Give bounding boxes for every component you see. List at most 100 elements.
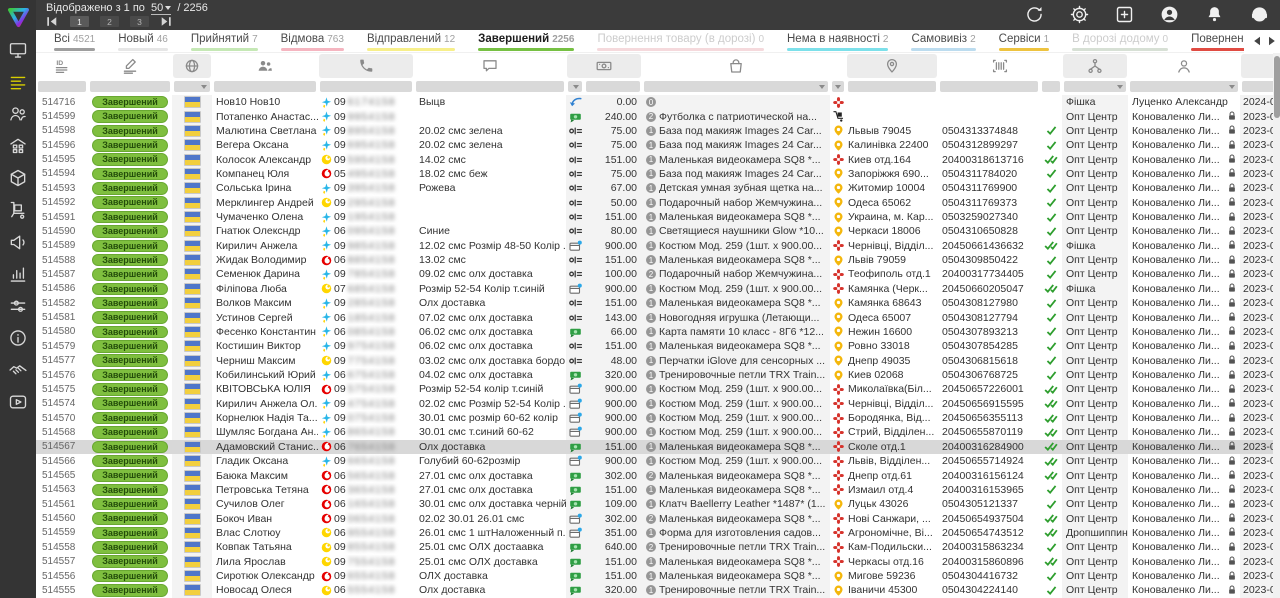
table-row[interactable]: 514559ЗавершенийВлас Слотюу06955415826.0… xyxy=(36,526,1280,540)
column-header-comment[interactable] xyxy=(414,53,566,79)
table-row[interactable]: 514567ЗавершенийАдамовский Станис...0676… xyxy=(36,440,1280,454)
column-header-blank[interactable] xyxy=(830,53,846,79)
column-header-sitemap[interactable] xyxy=(1062,53,1128,79)
sidebar-item-monitor[interactable] xyxy=(8,40,28,60)
filter-input[interactable] xyxy=(38,81,86,92)
column-header-money[interactable] xyxy=(566,53,642,79)
table-row[interactable]: 514568ЗавершенийШумляс Богдана Ан...0686… xyxy=(36,425,1280,439)
last-page-icon[interactable] xyxy=(160,16,173,27)
table-row[interactable]: 514598ЗавершенийМалютина Светлана0989541… xyxy=(36,124,1280,138)
column-header-bag[interactable] xyxy=(642,53,830,79)
sidebar-item-video[interactable] xyxy=(8,392,28,412)
sidebar-item-products[interactable] xyxy=(8,168,28,188)
page-number-1[interactable]: 1 xyxy=(70,16,89,27)
filter-input[interactable] xyxy=(1042,81,1060,92)
table-row[interactable]: 514576ЗавершенийКобилинський Юрий0667541… xyxy=(36,368,1280,382)
table-row[interactable]: 514590ЗавершенийГнатюк Олексндр060954158… xyxy=(36,224,1280,238)
filter-input[interactable] xyxy=(940,81,1038,92)
gear-icon[interactable] xyxy=(1069,4,1090,25)
table-row[interactable]: 514592ЗавершенийМерклингер Андрей0929541… xyxy=(36,196,1280,210)
table-row[interactable]: 514570ЗавершенийКорнелюк Надія Та...0907… xyxy=(36,411,1280,425)
table-row[interactable]: 514566ЗавершенийГладик Оксана096654158Го… xyxy=(36,454,1280,468)
filter-input[interactable] xyxy=(1130,81,1238,92)
table-row[interactable]: 514591ЗавершенийЧумаченко Олена091954158… xyxy=(36,210,1280,224)
table-row[interactable]: 514581ЗавершенийУстинов Сергей0618541580… xyxy=(36,310,1280,324)
table-row[interactable]: 514593ЗавершенийСольська Ірина093954158Р… xyxy=(36,181,1280,195)
table-row[interactable]: 514589ЗавершенийКирилич Анжела0998541581… xyxy=(36,239,1280,253)
filter-input[interactable] xyxy=(848,81,936,92)
tab-відправлений[interactable]: Відправлений12 xyxy=(367,30,455,52)
table-row[interactable]: 514558ЗавершенийКовпак Татьяна0985541582… xyxy=(36,540,1280,554)
filter-input[interactable] xyxy=(320,81,412,92)
table-row[interactable]: 514586ЗавершенийФіліпова Люба076854158Ро… xyxy=(36,282,1280,296)
tab-завершений[interactable]: Завершений2256 xyxy=(478,30,574,52)
filter-input[interactable] xyxy=(586,81,640,92)
page-number-2[interactable]: 2 xyxy=(100,16,119,27)
tab-повернення-товару-в-дорозі-[interactable]: Повернення товару (в дорозі)0 xyxy=(597,30,764,52)
tab-самовивіз[interactable]: Самовивіз2 xyxy=(911,30,975,52)
tab-нема-в-наявності[interactable]: Нема в наявності2 xyxy=(787,30,888,52)
first-page-icon[interactable] xyxy=(46,16,59,27)
add-icon[interactable] xyxy=(1114,4,1135,25)
filter-input[interactable] xyxy=(832,81,844,92)
table-row[interactable]: 514555ЗавершенийНовосад Олеся065554158Ол… xyxy=(36,583,1280,597)
vertical-scrollbar[interactable] xyxy=(1273,53,1280,598)
column-header-barcode[interactable] xyxy=(938,53,1062,79)
tabs-scroll-left-icon[interactable] xyxy=(1253,36,1261,46)
table-row[interactable]: 514582ЗавершенийВолков Максим092854158Ол… xyxy=(36,296,1280,310)
table-row[interactable]: 514596ЗавершенийВегера Оксана09695415820… xyxy=(36,138,1280,152)
table-row[interactable]: 514579ЗавершенийКостишин Виктор099754158… xyxy=(36,339,1280,353)
column-header-globe[interactable] xyxy=(172,53,212,79)
tab-прийнятий[interactable]: Прийнятий7 xyxy=(191,30,258,52)
table-row[interactable]: 514574ЗавершенийКирилич Анжела Ол...0947… xyxy=(36,397,1280,411)
column-header-phone[interactable] xyxy=(318,53,414,79)
filter-input[interactable] xyxy=(644,81,828,92)
table-row[interactable]: 514594ЗавершенийКомпанец Юля05495415818.… xyxy=(36,167,1280,181)
table-row[interactable]: 514580ЗавершенийФесенко Константин060854… xyxy=(36,325,1280,339)
filter-input[interactable] xyxy=(174,81,210,92)
table-row[interactable]: 514560ЗавершенийБокоч Иван09065415802.02… xyxy=(36,511,1280,525)
table-row[interactable]: 514716ЗавершенийНов10 Нов10096174158Выцв… xyxy=(36,95,1280,109)
account-icon[interactable] xyxy=(1159,4,1180,25)
tab-повернення-завершений-[interactable]: Повернення (завершений)125 xyxy=(1191,30,1244,52)
page-number-3[interactable]: 3 xyxy=(130,16,149,27)
table-row[interactable]: 514561ЗавершенийСучилов Олег06165415830.… xyxy=(36,497,1280,511)
table-row[interactable]: 514588ЗавершенийЖидак Володимир068854158… xyxy=(36,253,1280,267)
sidebar-item-partners[interactable] xyxy=(8,360,28,380)
table-row[interactable]: 514556ЗавершенийСиротюк Олександр0965541… xyxy=(36,569,1280,583)
tab-всі[interactable]: Всі4521 xyxy=(54,30,95,52)
sidebar-item-customers[interactable] xyxy=(8,104,28,124)
sidebar-item-orders[interactable] xyxy=(8,72,28,92)
tab-сервіси[interactable]: Сервіси1 xyxy=(999,30,1050,52)
column-header-id[interactable]: ID xyxy=(36,53,88,79)
notifications-icon[interactable] xyxy=(1204,4,1225,25)
table-row[interactable]: 514595ЗавершенийКолосок Александр0959541… xyxy=(36,152,1280,166)
sidebar-item-warehouse[interactable] xyxy=(8,136,28,156)
sidebar-item-marketing[interactable] xyxy=(8,232,28,252)
table-row[interactable]: 514575ЗавершенийКВІТОВСЬКА ЮЛІЯ095754158… xyxy=(36,382,1280,396)
tab-в-дорозі-додому[interactable]: В дорозі додому0 xyxy=(1072,30,1168,52)
sidebar-item-supply[interactable] xyxy=(8,200,28,220)
tab-відмова[interactable]: Відмова763 xyxy=(281,30,344,52)
filter-input[interactable] xyxy=(568,81,582,92)
app-logo[interactable] xyxy=(0,0,36,34)
column-header-people2[interactable] xyxy=(212,53,318,79)
column-header-pin[interactable] xyxy=(846,53,938,79)
column-header-person[interactable] xyxy=(1128,53,1240,79)
tabs-scroll-right-icon[interactable] xyxy=(1268,36,1276,46)
table-row[interactable]: 514563ЗавершенийПетровська Тетяна0636541… xyxy=(36,483,1280,497)
tab-новый[interactable]: Новый46 xyxy=(118,30,168,52)
filter-input[interactable] xyxy=(90,81,170,92)
filter-input[interactable] xyxy=(214,81,316,92)
sidebar-item-info[interactable] xyxy=(8,328,28,348)
table-row[interactable]: 514557ЗавершенийЛила Ярослав09755415825.… xyxy=(36,555,1280,569)
filter-input[interactable] xyxy=(416,81,564,92)
filter-input[interactable] xyxy=(1064,81,1126,92)
table-row[interactable]: 514577ЗавершенийЧерниш Максим09775415803… xyxy=(36,353,1280,367)
refresh-icon[interactable] xyxy=(1024,4,1045,25)
table-row[interactable]: 514565ЗавершенийБаюка Максим06565415827.… xyxy=(36,468,1280,482)
support-icon[interactable] xyxy=(1249,4,1270,25)
page-size-select[interactable]: 50 xyxy=(151,2,171,15)
sidebar-item-settings[interactable] xyxy=(8,296,28,316)
table-row[interactable]: 514587ЗавершенийСеменюк Дарина0978541580… xyxy=(36,267,1280,281)
